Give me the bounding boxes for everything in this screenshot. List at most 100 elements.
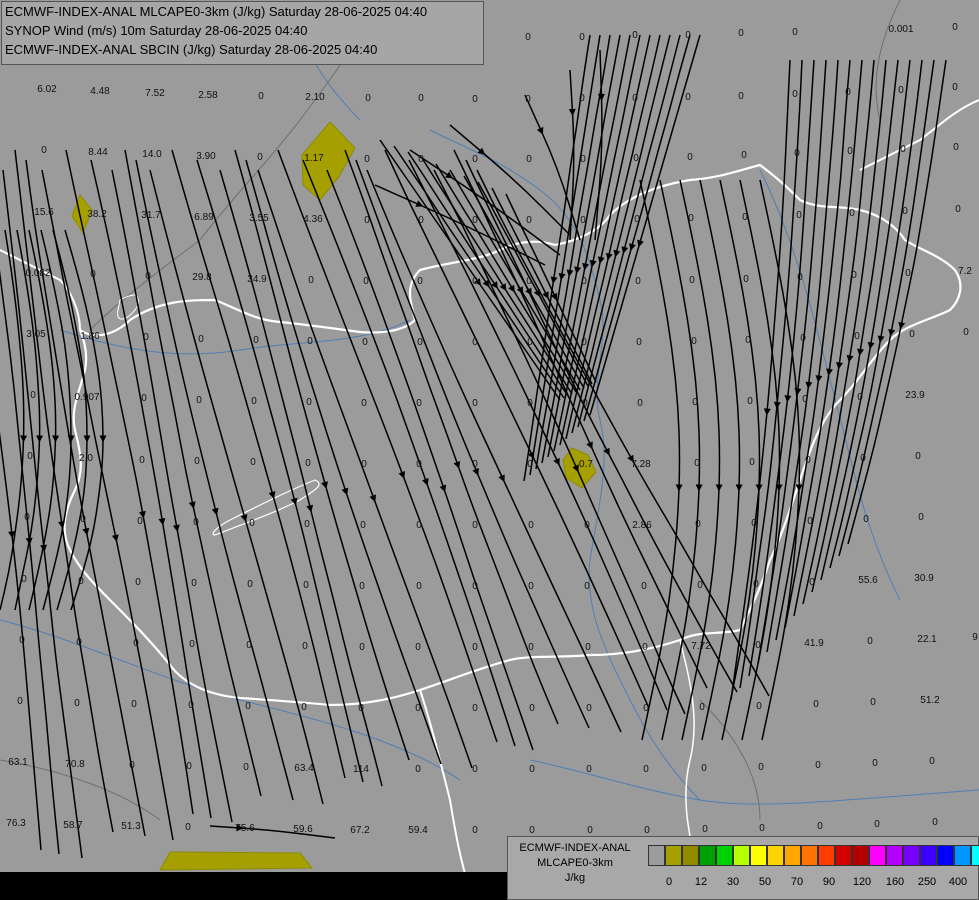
- sbcin-value-label: 0: [932, 817, 938, 828]
- sbcin-value-label: 0: [694, 458, 700, 469]
- streamline-arrowhead: [867, 341, 875, 350]
- sbcin-value-label: 14.0: [142, 149, 162, 160]
- sbcin-value-label: 0: [143, 332, 149, 343]
- sbcin-value-label: 0: [587, 825, 593, 836]
- streamline-arrowhead: [597, 256, 605, 264]
- sbcin-value-label: 0: [361, 398, 367, 409]
- sbcin-value-label: 0: [751, 518, 757, 529]
- sbcin-value-label: 0: [742, 212, 748, 223]
- legend-swatch: [648, 845, 665, 866]
- sbcin-value-label: 0: [525, 94, 531, 105]
- sbcin-value-label: 0: [800, 333, 806, 344]
- sbcin-value-label: 31.7: [141, 210, 161, 221]
- streamline: [589, 34, 701, 416]
- sbcin-value-label: 2.0: [79, 453, 93, 464]
- sbcin-value-label: 0: [305, 458, 311, 469]
- streamline-arrowhead: [550, 276, 558, 284]
- sbcin-value-label: 0: [753, 579, 759, 590]
- sbcin-value-label: 0: [364, 215, 370, 226]
- sbcin-value-label: 3.05: [26, 329, 46, 340]
- sbcin-value-label: 0: [257, 152, 263, 163]
- sbcin-value-label: 0: [247, 579, 253, 590]
- sbcin-value-label: 0: [687, 152, 693, 163]
- sbcin-value-label: 0: [586, 764, 592, 775]
- sbcin-value-label: 0: [581, 337, 587, 348]
- sbcin-value-label: 0: [363, 276, 369, 287]
- sbcin-value-label: 0: [867, 636, 873, 647]
- sbcin-value-label: 67.2: [350, 825, 370, 836]
- sbcin-value-label: 0: [580, 154, 586, 165]
- sbcin-value-label: 75.6: [235, 823, 255, 834]
- sbcin-value-label: 0: [756, 701, 762, 712]
- legend-swatch: [869, 845, 886, 866]
- sbcin-value-label: 0: [634, 214, 640, 225]
- streamline: [135, 159, 294, 801]
- legend-title-field: MLCAPE0-3km: [537, 857, 613, 869]
- sbcin-value-label: 0: [797, 272, 803, 283]
- sbcin-value-label: 0: [529, 703, 535, 714]
- sbcin-value-label: 0: [415, 764, 421, 775]
- sbcin-value-label: 0: [415, 703, 421, 714]
- header-line-cin: ECMWF-INDEX-ANAL SBCIN (J/kg) Saturday 2…: [5, 42, 378, 57]
- sbcin-value-label: 0: [635, 276, 641, 287]
- sbcin-value-label: 70.8: [65, 759, 85, 770]
- sbcin-value-label: 0: [360, 520, 366, 531]
- sbcin-value-label: 0: [759, 823, 765, 834]
- streamline-arrowhead: [715, 484, 723, 492]
- sbcin-value-label: 0: [415, 642, 421, 653]
- sbcin-value-label: 0: [364, 154, 370, 165]
- sbcin-value-label: 0: [815, 760, 821, 771]
- streamline: [209, 825, 336, 839]
- sbcin-value-label: 0: [955, 204, 961, 215]
- sbcin-value-label: 0: [418, 93, 424, 104]
- sbcin-value-label: 9: [972, 632, 978, 643]
- sbcin-value-label: 76.3: [6, 818, 26, 829]
- sbcin-value-label: 0: [528, 520, 534, 531]
- streamline-arrowhead: [453, 461, 461, 469]
- legend-tick-label: 30: [726, 876, 740, 888]
- sbcin-value-label: 0: [304, 519, 310, 530]
- streamline-arrowhead: [188, 501, 196, 509]
- legend-swatch: [971, 845, 979, 866]
- legend-swatch: [801, 845, 818, 866]
- sbcin-value-label: 2.58: [198, 90, 218, 101]
- sbcin-value-label: 0: [585, 642, 591, 653]
- sbcin-value-label: 0: [129, 760, 135, 771]
- sbcin-value-label: 0: [586, 703, 592, 714]
- streamline-arrowhead: [898, 321, 906, 330]
- sbcin-value-label: 0: [472, 459, 478, 470]
- sbcin-value-label: 0.907: [74, 392, 99, 403]
- sbcin-value-label: 0: [633, 153, 639, 164]
- sbcin-value-label: 0: [24, 512, 30, 523]
- streamline-arrowhead: [675, 484, 683, 492]
- sbcin-value-label: 0: [632, 93, 638, 104]
- sbcin-value-label: 0: [358, 703, 364, 714]
- sbcin-value-label: 51.3: [121, 821, 141, 832]
- streamline-arrowhead: [321, 481, 328, 489]
- sbcin-value-label: 0: [307, 336, 313, 347]
- sbcin-value-label: 0: [418, 154, 424, 165]
- sbcin-value-label: 0: [642, 642, 648, 653]
- sbcin-value-label: 0: [80, 514, 86, 525]
- sbcin-value-label: 0: [186, 761, 192, 772]
- legend-swatch: [835, 845, 852, 866]
- legend-ticks: 0 12 30 50 70 90 120 160 250 400: [648, 876, 978, 890]
- sbcin-value-label: 0: [306, 397, 312, 408]
- sbcin-value-label: 0: [194, 456, 200, 467]
- streamline: [529, 34, 601, 476]
- sbcin-value-label: 0: [17, 696, 23, 707]
- weather-map: 0.001 0 0 0 0 0 0 0 6.02 4.48 7.52 2.58 0 2.10 0 0 0 0 0 0 0…: [0, 0, 979, 900]
- streamline-arrowhead: [36, 435, 44, 443]
- sbcin-value-label: 0: [250, 457, 256, 468]
- sbcin-value-label: 0: [417, 337, 423, 348]
- sbcin-value-label: 0: [847, 146, 853, 157]
- streamline: [196, 159, 364, 783]
- sbcin-value-label: 0: [699, 702, 705, 713]
- sbcin-value-label: 0: [472, 825, 478, 836]
- streamline-arrowhead: [735, 484, 743, 492]
- legend-swatch: [665, 845, 682, 866]
- sbcin-value-label: 0: [526, 215, 532, 226]
- sbcin-value-label: 0: [41, 145, 47, 156]
- sbcin-value-label: 4.48: [90, 86, 110, 97]
- sbcin-value-label: 58.7: [63, 820, 83, 831]
